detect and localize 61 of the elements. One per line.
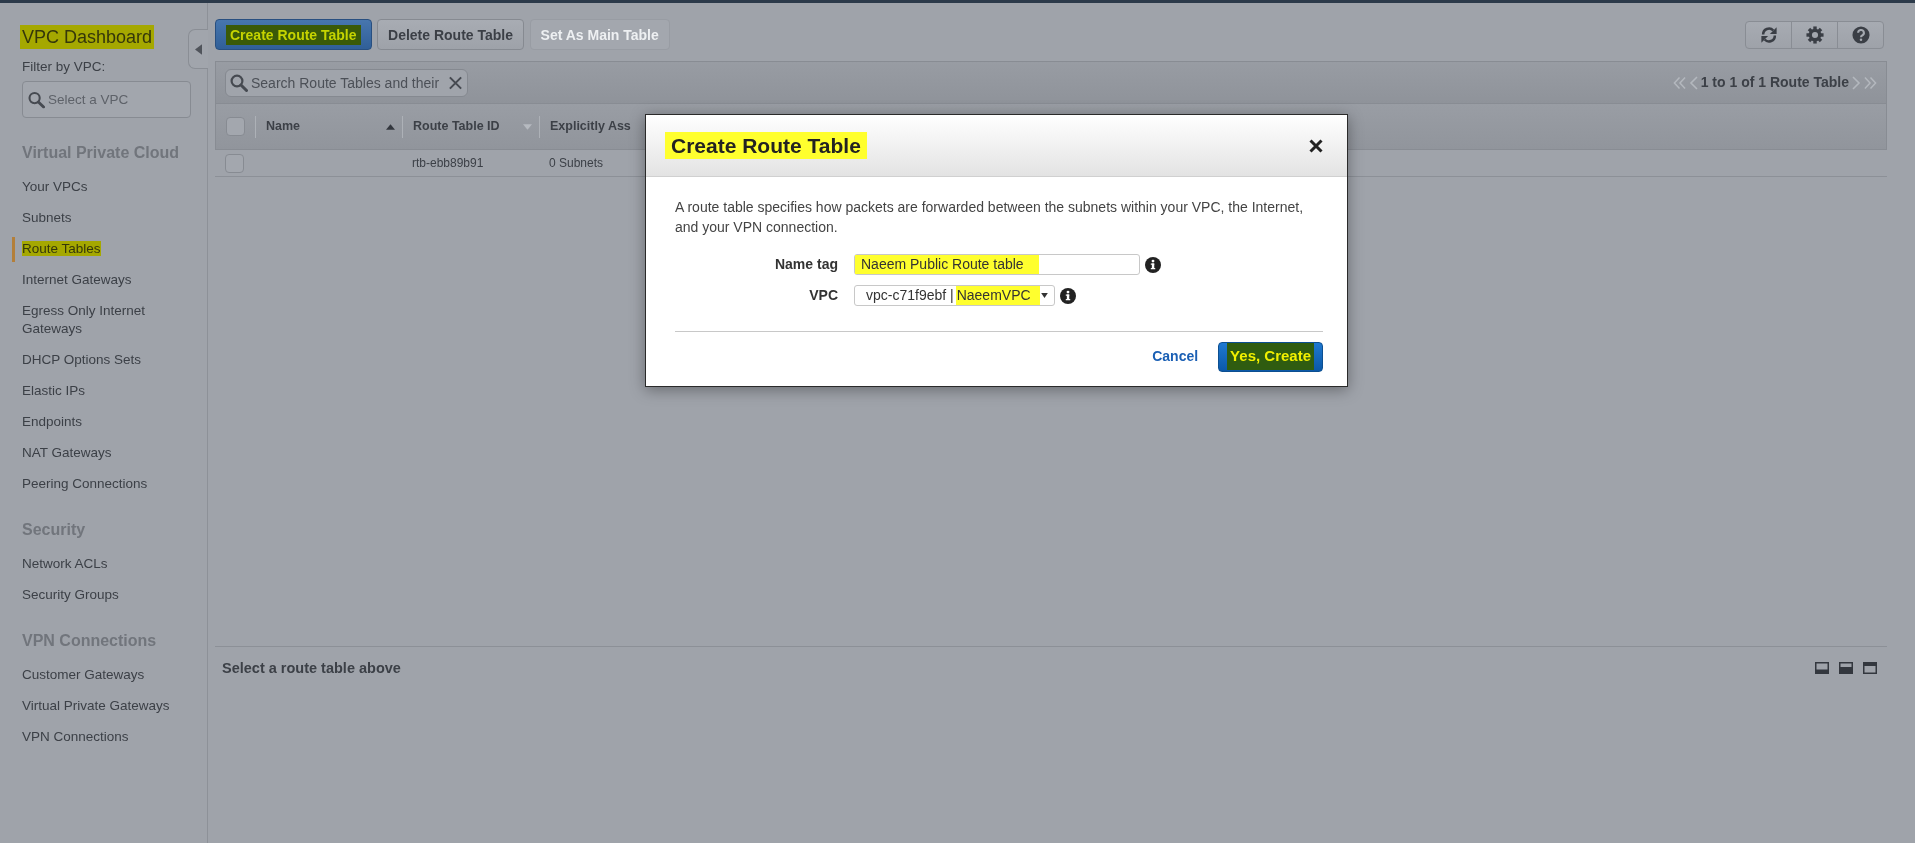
link-button[interactable]: Cancel (1152, 346, 1199, 367)
panel-bottom-icon[interactable] (1815, 662, 1829, 674)
dialog-title: Create Route Table (665, 132, 867, 159)
clear-icon[interactable] (448, 75, 463, 90)
field-label: Name tag (774, 256, 838, 272)
panel-half-icon[interactable] (1839, 662, 1853, 674)
field-value: vpc-c71f9ebf | (865, 286, 955, 306)
sort-up-icon[interactable] (386, 123, 395, 130)
sidebar-item[interactable]: DHCP Options Sets (22, 344, 191, 376)
sidebar-item[interactable]: VPN Connections (22, 721, 191, 753)
panel-top-icon[interactable] (1863, 662, 1877, 674)
search-icon (28, 91, 45, 109)
caret-left-icon (195, 43, 202, 55)
search-icon (230, 73, 248, 92)
toolbar-button[interactable]: Delete Route Table (377, 19, 525, 50)
sidebar-item[interactable]: Internet Gateways (22, 264, 191, 296)
sidebar-item[interactable]: Elastic IPs (22, 375, 191, 407)
search-field[interactable]: Search Route Tables and their (225, 68, 468, 97)
info-icon[interactable] (1145, 256, 1161, 273)
dropdown-field[interactable]: vpc-c71f9ebf | NaeemVPC (854, 285, 1055, 307)
field-value: Naeem Public Route table (855, 255, 1039, 275)
table-cell-text: 0 Subnets (548, 156, 604, 170)
filter-label: Filter by VPC: (22, 58, 107, 77)
sidebar-item[interactable]: NAT Gateways (22, 437, 191, 469)
settings-button[interactable] (1791, 20, 1838, 49)
submit-button[interactable]: Yes, Create (1218, 341, 1323, 372)
sidebar-item[interactable]: Peering Connections (22, 468, 191, 500)
sidebar-item[interactable]: Route Tables (12, 236, 191, 262)
help-button[interactable] (1837, 20, 1884, 49)
info-icon[interactable] (1060, 287, 1076, 304)
help-icon (1851, 25, 1870, 44)
collapse-sidebar-button[interactable] (188, 29, 208, 69)
close-button[interactable] (1309, 138, 1323, 153)
sidebar-item[interactable]: Egress Only Internet Gateways (22, 295, 191, 345)
sidebar-item[interactable]: Your VPCs (22, 171, 191, 203)
checkbox[interactable] (225, 153, 244, 173)
column-header[interactable]: Explicitly Ass (550, 117, 631, 136)
settings-icon (1805, 25, 1824, 44)
sidebar-item[interactable]: Network ACLs (22, 548, 191, 580)
sidebar-item[interactable]: Virtual Private Gateways (22, 690, 191, 722)
refresh-button[interactable] (1745, 20, 1792, 49)
checkbox[interactable] (226, 117, 245, 136)
dialog-description: A route table specifies how packets are forwarded between the subnets within your VPC, the Internet, and your VPN connection. (675, 198, 1305, 237)
vpc-filter-field[interactable]: Select a VPC (22, 81, 191, 119)
table-cell-text: rtb-ebb89b91 (411, 156, 484, 170)
toolbar-button[interactable]: Create Route Table (215, 19, 372, 50)
column-header[interactable]: Route Table ID (413, 117, 500, 136)
pagination-text: 1 to 1 of 1 Route Table (1700, 73, 1849, 92)
field-value: NaeemVPC (955, 286, 1040, 306)
details-message: Select a route table above (222, 659, 401, 678)
sidebar-item[interactable]: Security Groups (22, 579, 191, 611)
refresh-icon (1759, 25, 1778, 44)
caret-icon (1041, 293, 1048, 299)
sidebar-title: VPC Dashboard (20, 25, 155, 49)
field-label: VPC (809, 287, 838, 304)
sidebar-item[interactable]: Endpoints (22, 406, 191, 438)
sidebar-item[interactable]: Customer Gateways (22, 659, 191, 691)
close-icon (1309, 138, 1323, 153)
sidebar-item[interactable]: Subnets (22, 202, 191, 234)
text-field[interactable]: Naeem Public Route table (854, 254, 1140, 276)
column-header[interactable]: Name (266, 117, 301, 136)
